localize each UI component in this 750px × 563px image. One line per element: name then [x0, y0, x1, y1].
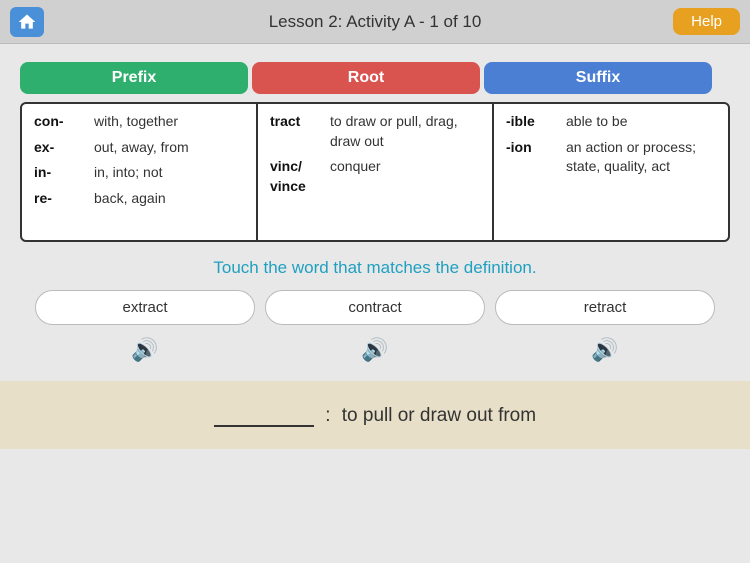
column-headers: Prefix Root Suffix [20, 62, 730, 94]
speaker-icon: 🔊 [361, 337, 388, 363]
definition: with, together [94, 112, 244, 132]
table-row: con- with, together [34, 112, 244, 132]
definition: back, again [94, 189, 244, 209]
definition: out, away, from [94, 138, 244, 158]
header: Lesson 2: Activity A - 1 of 10 Help [0, 0, 750, 44]
term: con- [34, 112, 84, 132]
audio-button-contract[interactable]: 🔊 [265, 333, 485, 367]
prefix-column: con- with, together ex- out, away, from … [22, 104, 256, 240]
term: in- [34, 163, 84, 183]
root-column: tract to draw or pull, drag, draw out vi… [256, 104, 492, 240]
term: re- [34, 189, 84, 209]
home-button[interactable] [10, 7, 44, 37]
table-row: tract to draw or pull, drag, draw out [270, 112, 480, 151]
term: tract [270, 112, 320, 132]
term: ex- [34, 138, 84, 158]
help-button[interactable]: Help [673, 8, 740, 35]
instruction-text: Touch the word that matches the definiti… [20, 258, 730, 278]
table-row: vinc/vince conquer [270, 157, 480, 196]
definition: an action or process; state, quality, ac… [566, 138, 716, 177]
answer-blank [214, 403, 314, 427]
prefix-header: Prefix [20, 62, 248, 94]
speaker-icon: 🔊 [131, 337, 158, 363]
audio-icons-row: 🔊 🔊 🔊 [20, 333, 730, 367]
table-row: -ion an action or process; state, qualit… [506, 138, 716, 177]
table-row: ex- out, away, from [34, 138, 244, 158]
table-row: in- in, into; not [34, 163, 244, 183]
audio-button-extract[interactable]: 🔊 [35, 333, 255, 367]
term: vinc/vince [270, 157, 320, 196]
header-title: Lesson 2: Activity A - 1 of 10 [269, 12, 482, 32]
main-content: Prefix Root Suffix con- with, together e… [0, 44, 750, 367]
audio-button-retract[interactable]: 🔊 [495, 333, 715, 367]
suffix-header: Suffix [484, 62, 712, 94]
vocab-table: con- with, together ex- out, away, from … [20, 102, 730, 242]
home-icon [17, 12, 37, 32]
suffix-column: -ible able to be -ion an action or proce… [492, 104, 728, 240]
definition-area: : to pull or draw out from [0, 381, 750, 449]
definition: able to be [566, 112, 716, 132]
definition-prompt: to pull or draw out from [342, 405, 536, 426]
definition: in, into; not [94, 163, 244, 183]
colon: : [320, 405, 336, 426]
answer-button-retract[interactable]: retract [495, 290, 715, 325]
definition-display: : to pull or draw out from [214, 403, 536, 427]
definition: conquer [330, 157, 480, 177]
speaker-icon: 🔊 [591, 337, 618, 363]
answer-button-contract[interactable]: contract [265, 290, 485, 325]
table-row: -ible able to be [506, 112, 716, 132]
answer-button-extract[interactable]: extract [35, 290, 255, 325]
definition: to draw or pull, drag, draw out [330, 112, 480, 151]
table-row: re- back, again [34, 189, 244, 209]
term: -ible [506, 112, 556, 132]
term: -ion [506, 138, 556, 158]
root-header: Root [252, 62, 480, 94]
answer-buttons-row: extract contract retract [20, 290, 730, 325]
